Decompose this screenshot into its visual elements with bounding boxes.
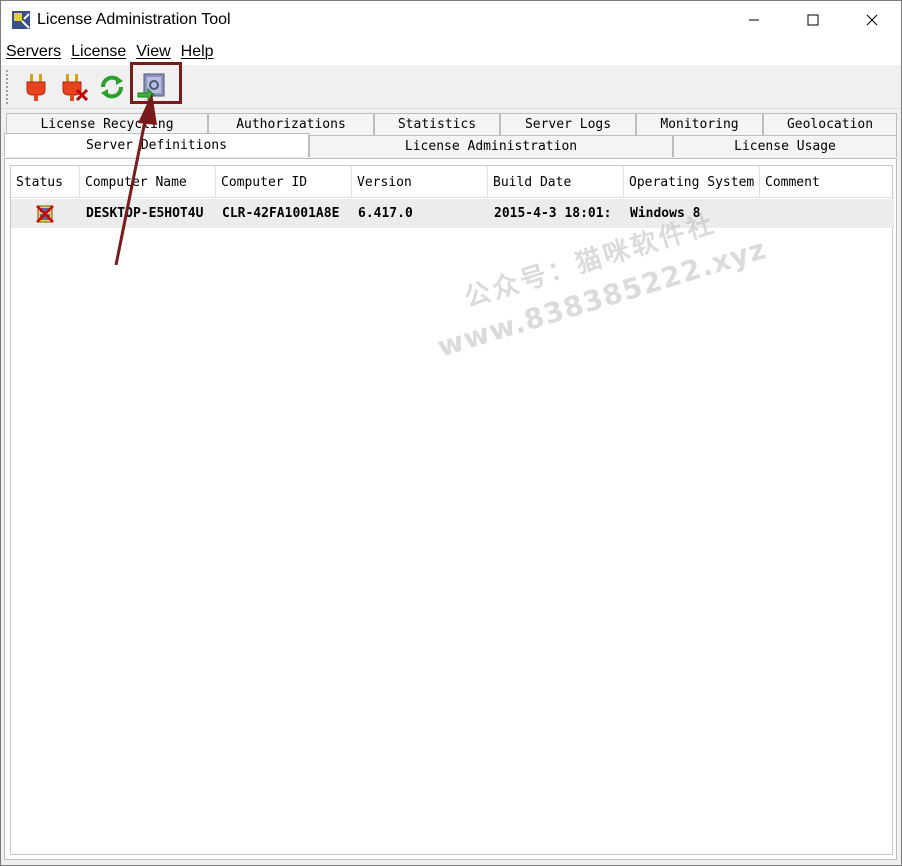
menu-license[interactable]: License [71,43,126,61]
status-cell [11,199,80,228]
table-header: Status Computer Name Computer ID Version… [11,166,894,198]
menu-view[interactable]: View [136,43,170,61]
refresh-button[interactable] [95,69,129,105]
menu-servers[interactable]: Servers [6,43,61,61]
plug-disconnect-icon [62,74,89,102]
tab-monitoring[interactable]: Monitoring [636,113,763,135]
close-button[interactable] [843,1,901,39]
title-bar: License Administration Tool [1,1,901,39]
column-header-build-date[interactable]: Build Date [488,166,624,198]
minimize-icon [749,19,759,21]
computer-id-cell: CLR-42FA1001A8E [222,206,340,221]
tab-license-administration[interactable]: License Administration [309,135,673,157]
plug-connect-icon [26,74,46,101]
version-cell: 6.417.0 [358,206,413,221]
maximize-icon [807,14,819,26]
column-header-status[interactable]: Status [11,166,80,198]
column-header-comment[interactable]: Comment [760,166,894,198]
column-header-computer-id[interactable]: Computer ID [216,166,352,198]
window-title: License Administration Tool [37,11,231,28]
tab-content-panel: Status Computer Name Computer ID Version… [4,158,897,860]
tab-statistics[interactable]: Statistics [374,113,500,135]
column-header-operating-system[interactable]: Operating System [624,166,760,198]
tab-authorizations[interactable]: Authorizations [208,113,374,135]
maximize-button[interactable] [784,1,842,39]
refresh-icon [101,75,123,99]
tab-server-definitions[interactable]: Server Definitions [4,133,309,157]
tab-server-logs[interactable]: Server Logs [500,113,636,135]
build-date-cell: 2015-4-3 18:01: [494,206,612,221]
close-icon [866,14,878,26]
highlight-annotation [130,62,182,104]
toolbar-grip[interactable] [6,70,9,104]
connect-server-button[interactable] [19,69,53,105]
operating-system-cell: Windows 8 [630,206,701,221]
column-header-version[interactable]: Version [352,166,488,198]
application-window: License Administration Tool Servers Lice… [0,0,902,866]
app-icon [12,11,30,29]
minimize-button[interactable] [725,1,783,39]
table-row[interactable]: DESKTOP-E5HOT4U CLR-42FA1001A8E 6.417.0 … [11,199,894,228]
tab-license-recycling[interactable]: License Recycling [6,113,208,135]
tab-geolocation[interactable]: Geolocation [763,113,897,135]
menu-help[interactable]: Help [181,43,214,61]
disconnect-server-button[interactable] [57,69,91,105]
server-list[interactable]: Status Computer Name Computer ID Version… [10,165,894,855]
tab-license-usage[interactable]: License Usage [673,135,897,157]
server-disconnected-icon [36,204,54,223]
comment-cell [760,199,894,228]
column-header-computer-name[interactable]: Computer Name [80,166,216,198]
computer-name-cell: DESKTOP-E5HOT4U [86,206,204,221]
